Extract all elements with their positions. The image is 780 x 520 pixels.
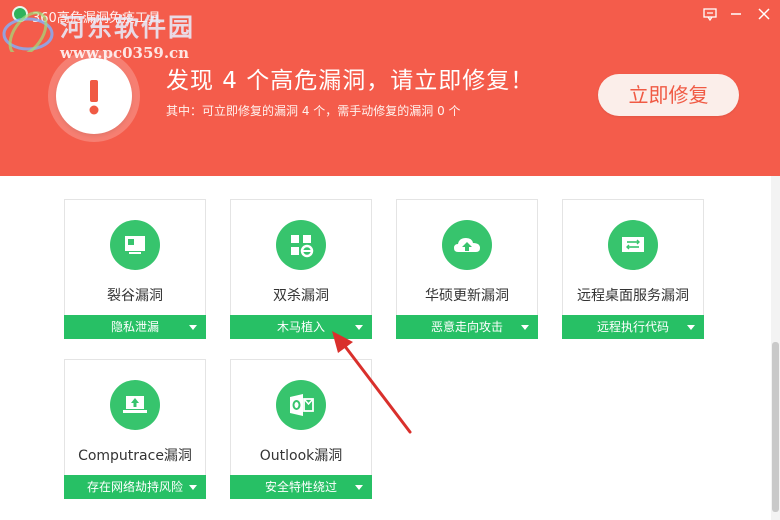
card-icon	[442, 220, 492, 270]
vuln-card[interactable]: 远程桌面服务漏洞 远程执行代码	[562, 199, 704, 339]
card-icon	[110, 380, 160, 430]
caret-down-icon	[189, 485, 197, 490]
card-icon	[276, 220, 326, 270]
card-tag-dropdown[interactable]: 存在网络劫持风险	[64, 475, 206, 499]
vuln-card[interactable]: 双杀漏洞 木马植入	[230, 199, 372, 339]
card-name: Outlook漏洞	[259, 448, 343, 464]
card-tag-dropdown[interactable]: 安全特性绕过	[230, 475, 372, 499]
vuln-card[interactable]: 裂谷漏洞 隐私泄漏	[64, 199, 206, 339]
card-name: 裂谷漏洞	[107, 288, 163, 304]
feedback-button[interactable]	[698, 4, 722, 24]
caret-down-icon	[521, 325, 529, 330]
alert-title: 发现 4 个高危漏洞，请立即修复！	[166, 68, 535, 94]
warning-badge	[56, 58, 132, 134]
browser-e-icon	[291, 235, 314, 258]
watermark-logo-icon	[2, 11, 54, 52]
cloud-upload-icon	[454, 238, 480, 252]
card-tag-dropdown[interactable]: 隐私泄漏	[64, 315, 206, 339]
card-tag-label: 恶意走向攻击	[430, 320, 503, 334]
scroll-thumb[interactable]	[772, 342, 779, 512]
vuln-card[interactable]: 华硕更新漏洞 恶意走向攻击	[396, 199, 538, 339]
close-button[interactable]	[752, 4, 776, 24]
card-name: Computrace漏洞	[78, 448, 192, 464]
vuln-card[interactable]: Outlook漏洞 安全特性绕过	[230, 359, 372, 499]
scrollbar[interactable]	[771, 176, 780, 520]
caret-down-icon	[355, 485, 363, 490]
card-icon	[276, 380, 326, 430]
minimize-button[interactable]	[724, 4, 748, 24]
card-icon	[608, 220, 658, 270]
alert-header: 360高危漏洞免疫工具 河东软件园 www.pc0359.cn 发现 4 个高危…	[0, 0, 780, 176]
card-name: 华硕更新漏洞	[425, 288, 509, 304]
title-bar[interactable]: 360高危漏洞免疫工具 河东软件园 www.pc0359.cn	[0, 0, 780, 62]
card-tag-label: 安全特性绕过	[264, 480, 337, 494]
card-tag-label: 隐私泄漏	[110, 320, 159, 334]
card-tag-label: 木马植入	[276, 320, 325, 334]
card-tag-dropdown[interactable]: 木马植入	[230, 315, 372, 339]
card-tag-label: 存在网络劫持风险	[86, 480, 183, 494]
monitor-icon	[125, 236, 145, 254]
watermark-name: 河东软件园	[60, 13, 196, 42]
card-name: 远程桌面服务漏洞	[577, 288, 689, 304]
card-tag-dropdown[interactable]: 远程执行代码	[562, 315, 704, 339]
caret-down-icon	[687, 325, 695, 330]
fix-now-button[interactable]: 立即修复	[598, 74, 739, 116]
card-name: 双杀漏洞	[273, 288, 329, 304]
laptop-upload-icon	[123, 396, 147, 413]
card-tag-label: 远程执行代码	[596, 320, 669, 334]
caret-down-icon	[189, 325, 197, 330]
close-icon	[758, 8, 770, 20]
remote-desktop-icon	[622, 237, 644, 252]
feedback-icon	[703, 8, 717, 22]
outlook-icon	[290, 394, 314, 416]
vuln-card[interactable]: Computrace漏洞 存在网络劫持风险	[64, 359, 206, 499]
card-tag-dropdown[interactable]: 恶意走向攻击	[396, 315, 538, 339]
caret-down-icon	[355, 325, 363, 330]
minimize-icon	[731, 13, 741, 15]
warning-icon	[89, 80, 99, 115]
alert-subtitle: 其中：可立即修复的漏洞 4 个，需手动修复的漏洞 0 个	[166, 104, 461, 118]
card-icon	[110, 220, 160, 270]
